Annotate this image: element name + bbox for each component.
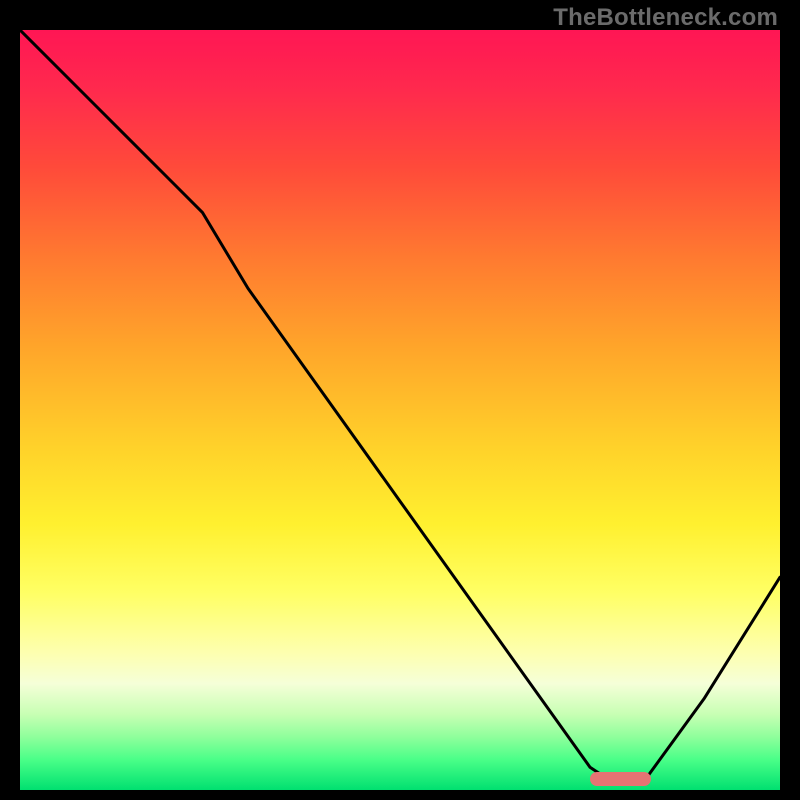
bottleneck-curve: [20, 30, 780, 790]
chart-frame: [20, 30, 780, 790]
curve-path: [20, 30, 780, 782]
watermark-text: TheBottleneck.com: [553, 4, 778, 32]
optimal-zone-marker: [590, 772, 651, 786]
